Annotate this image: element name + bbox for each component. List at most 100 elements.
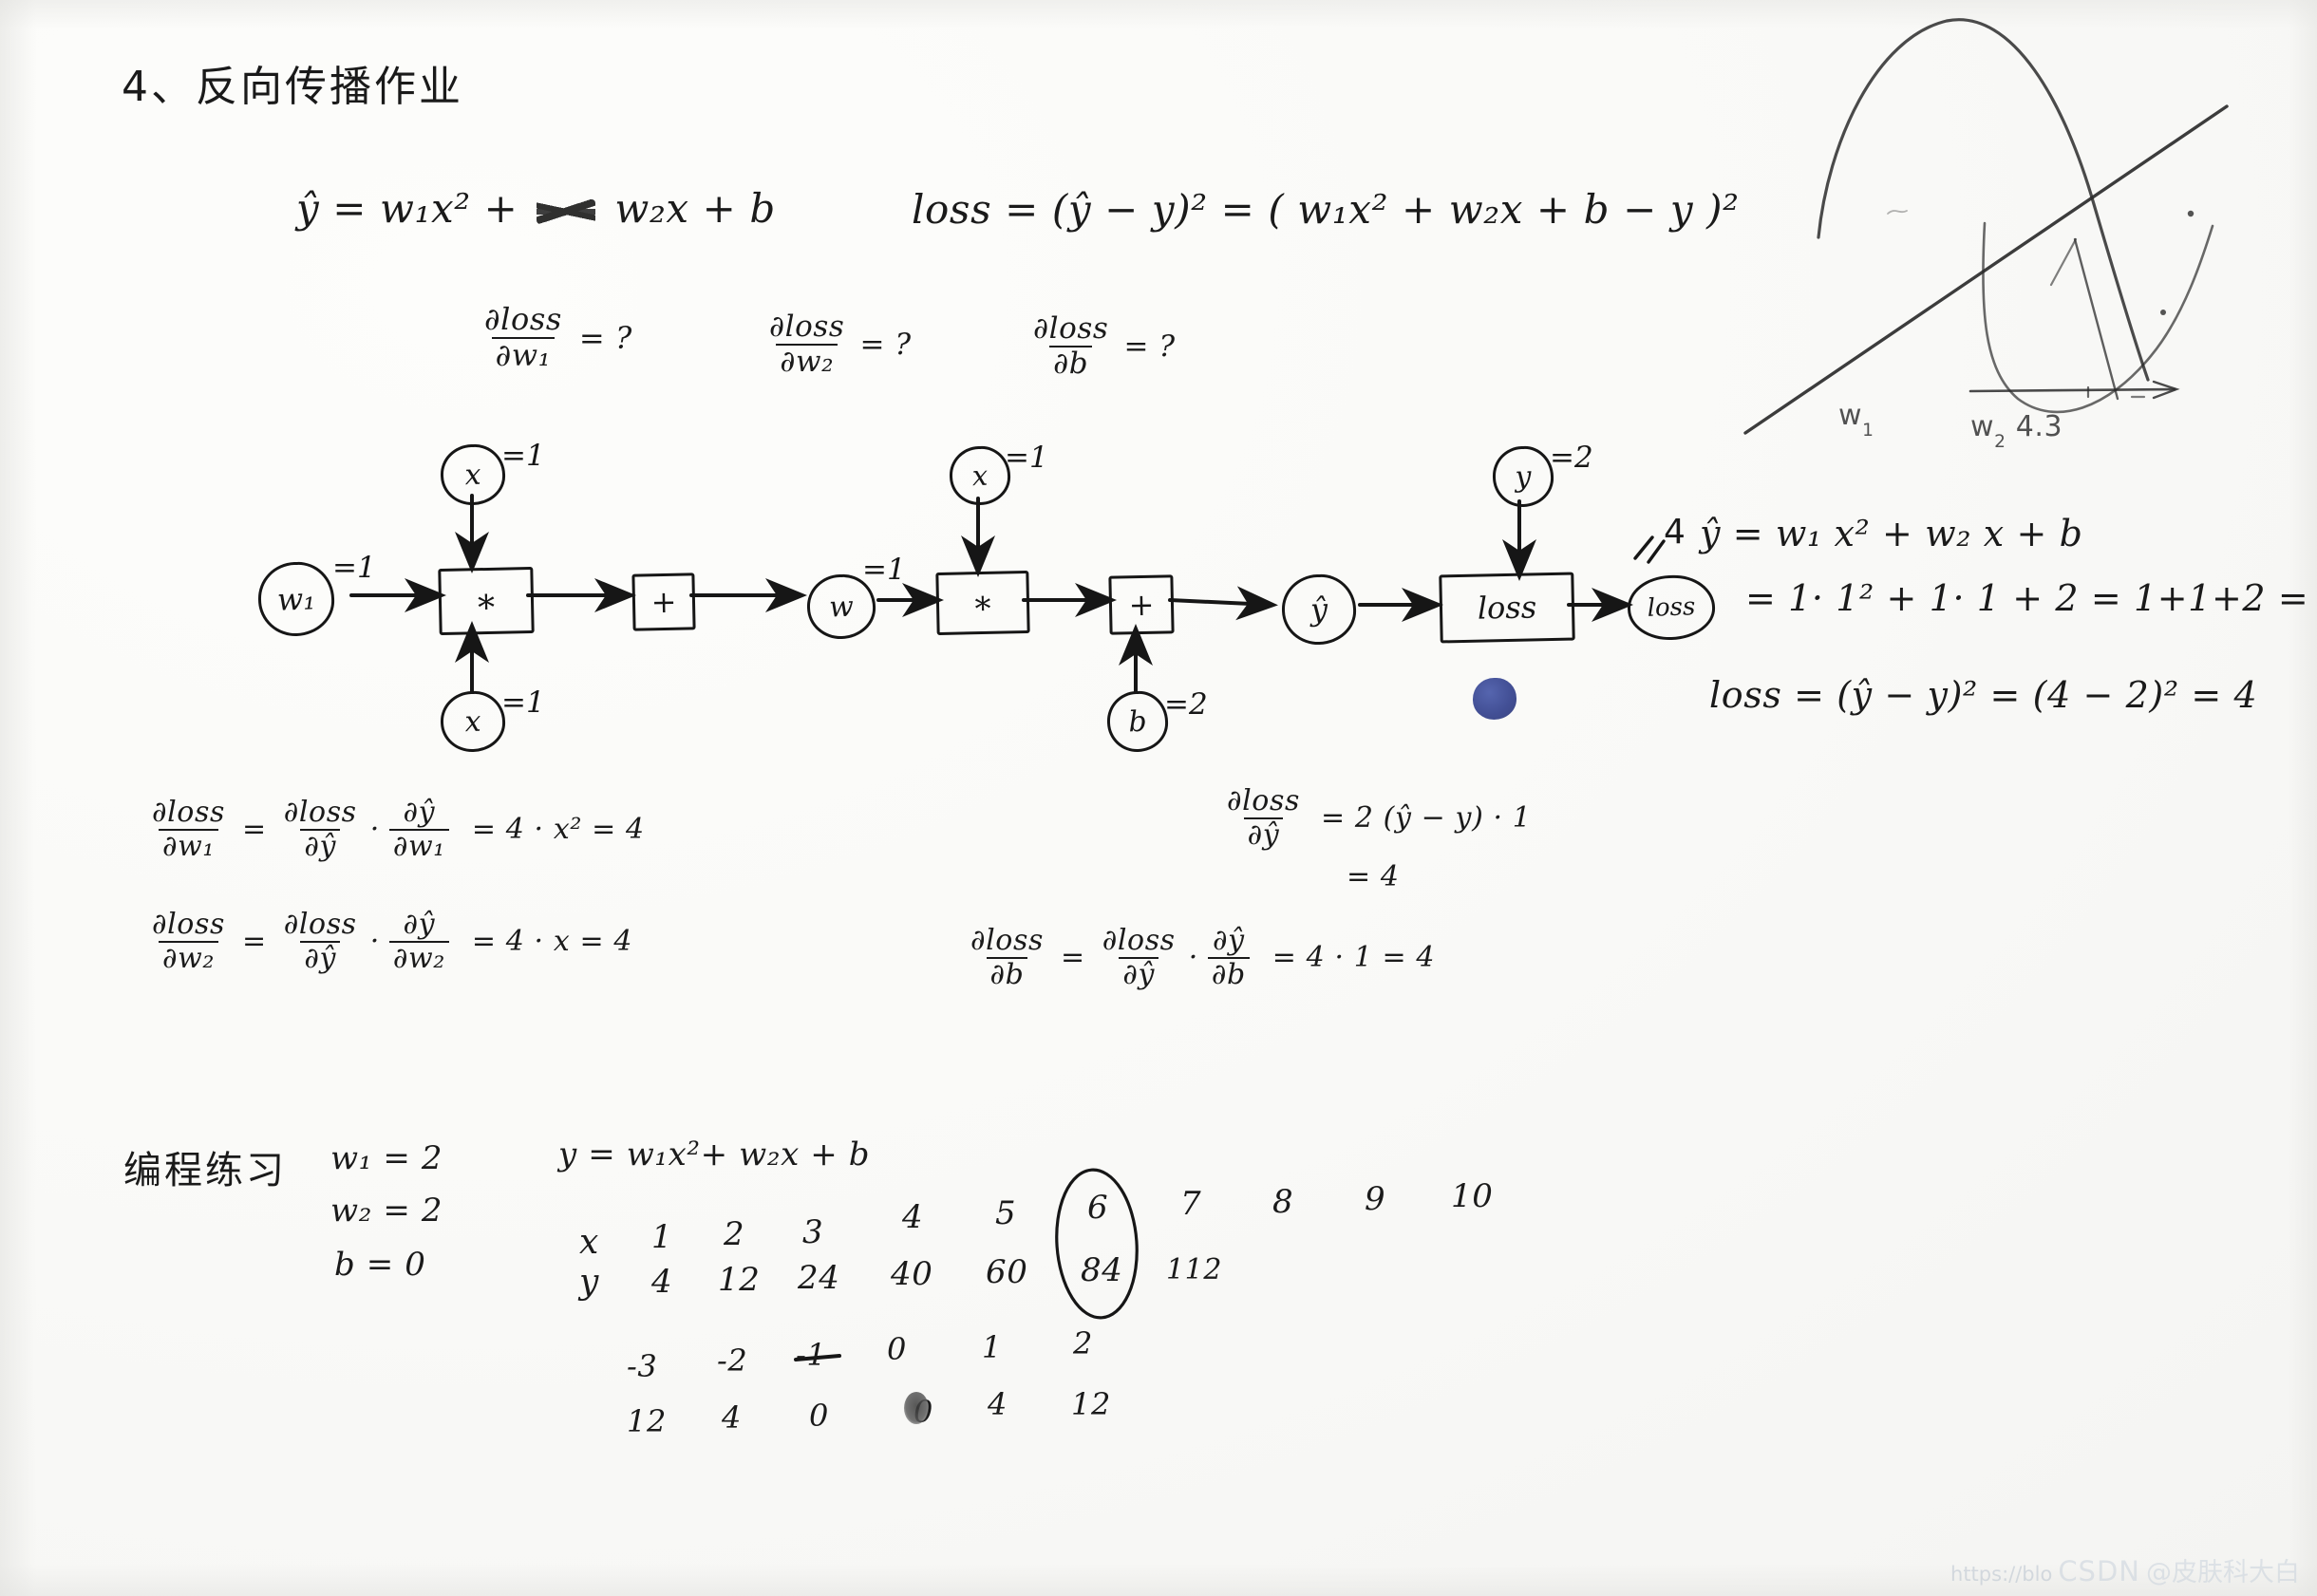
table-y-3: 24 xyxy=(798,1259,840,1297)
frac-dloss-dw1: ∂loss ∂w₁ xyxy=(484,301,562,373)
graph-node-x-bot-1: x xyxy=(439,689,507,754)
result-db: = 4 · 1 = 4 xyxy=(1272,941,1436,974)
graph-node-y-label: y xyxy=(1514,460,1533,494)
graph-node-add-1: + xyxy=(631,573,696,631)
table-y-7: 112 xyxy=(1166,1253,1223,1286)
graph-node-y: y xyxy=(1491,444,1555,509)
gradient-dloss-dyhat: ∂loss ∂ŷ = 2 (ŷ − y) · 1 xyxy=(1217,786,1531,850)
forward-calc-line2: = 1· 1² + 1· 1 + 2 = 1+1+2 = 4 xyxy=(1745,577,2317,619)
graph-node-b-value: =2 xyxy=(1164,687,1208,722)
table-extra-b-3: 0 xyxy=(809,1398,829,1434)
result-dw1: = 4 · x² = 4 xyxy=(471,813,645,846)
yhat-definition-head: ŷ = w₁x² + xyxy=(296,185,518,232)
yhat-definition-tail: w₂x + b xyxy=(614,185,776,232)
table-y-2: 12 xyxy=(718,1261,761,1299)
graph-node-x-top-1-label: x xyxy=(463,458,482,492)
dot-db: · xyxy=(1188,941,1198,974)
eq-dw2: = xyxy=(241,925,267,958)
graph-node-w2-label: w xyxy=(828,590,855,624)
question-dw1-rhs: = ? xyxy=(578,319,632,356)
graph-node-yhat-label: ŷ xyxy=(1309,591,1328,629)
graph-node-mul-1: ∗ xyxy=(438,566,535,636)
frac-dloss-db: ∂loss ∂b xyxy=(1033,311,1109,381)
eq-dw1: = xyxy=(241,813,267,846)
graph-node-loss-circle: loss xyxy=(1626,573,1717,642)
table-col-header-2: 2 xyxy=(724,1215,745,1253)
frac-lhs-dw2: ∂loss ∂w₂ xyxy=(152,908,225,975)
watermark: https://blo CSDN @皮肤科大白 xyxy=(1950,1551,2300,1588)
question-dloss-db: ∂loss ∂b = ? xyxy=(1024,313,1176,379)
table-y-5: 60 xyxy=(986,1253,1028,1291)
table-col-header-7: 7 xyxy=(1180,1185,1202,1223)
exercise-formula: y = w₁x²+ w₂x + b xyxy=(558,1136,871,1174)
table-col-header-10: 10 xyxy=(1451,1177,1494,1215)
exercise-param-b: b = 0 xyxy=(334,1246,426,1284)
exercise-param-w2: w₂ = 2 xyxy=(330,1192,443,1230)
table-extra-b-5: 4 xyxy=(988,1386,1008,1422)
frac-m1-db: ∂loss ∂ŷ xyxy=(1102,924,1176,991)
blue-ink-blot xyxy=(1473,678,1516,720)
table-y-6-circled: 84 xyxy=(1081,1251,1123,1289)
forward-calc-line3: loss = (ŷ − y)² = (4 − 2)² = 4 xyxy=(1709,674,2258,716)
frac-dloss-dw2: ∂loss ∂w₂ xyxy=(769,310,845,379)
frac-m1-dw2: ∂loss ∂ŷ xyxy=(283,908,357,975)
graph-node-add-2-label: + xyxy=(1128,586,1155,624)
table-col-header-4: 4 xyxy=(902,1198,924,1236)
frac-m2-dw2: ∂ŷ ∂w₂ xyxy=(388,910,449,973)
gradient-dloss-dyhat-result2: = 4 xyxy=(1347,860,1400,893)
table-extra-a-2: -2 xyxy=(717,1343,748,1379)
graph-node-mul-2: ∗ xyxy=(935,570,1030,636)
eq-db: = xyxy=(1060,941,1085,974)
exercise-heading: 编程练习 xyxy=(123,1149,287,1192)
question-dloss-dw1: ∂loss ∂w₁ = ? xyxy=(475,301,632,373)
watermark-user: @皮肤科大白 xyxy=(2146,1558,2300,1587)
graph-node-add-2: + xyxy=(1108,574,1175,635)
table-extra-a-5: 1 xyxy=(982,1329,1002,1365)
gradient-dloss-dw1: ∂loss ∂w₁ = ∂loss ∂ŷ · ∂ŷ ∂w₁ = 4 · x² =… xyxy=(142,798,645,861)
notebook-page: w1 w2 4.3 4、反向传播作业 ŷ = w₁x² + w₂x + b lo… xyxy=(0,0,2317,1596)
graph-node-x-bot-1-label: x xyxy=(463,704,482,739)
graph-node-y-value: =2 xyxy=(1550,441,1593,475)
graph-node-loss-box-label: loss xyxy=(1477,589,1537,627)
forward-calc-line1: ŷ = w₁ x² + w₂ x + b xyxy=(1700,513,2083,554)
table-extra-a-1: -3 xyxy=(627,1348,658,1384)
result-dw2: = 4 · x = 4 xyxy=(471,925,633,958)
graph-node-x-top-2-value: =1 xyxy=(1005,441,1048,475)
table-col-header-6: 6 xyxy=(1087,1189,1109,1227)
question-db-rhs: = ? xyxy=(1123,329,1176,364)
question-dloss-dw2: ∂loss ∂w₂ = ? xyxy=(760,311,912,377)
graph-node-loss-box: loss xyxy=(1439,572,1575,644)
table-extra-b-2: 4 xyxy=(722,1399,742,1436)
graph-node-x-top-1-value: =1 xyxy=(501,439,545,473)
table-extra-a-4: 0 xyxy=(887,1331,907,1367)
table-y-4: 40 xyxy=(891,1255,933,1293)
graph-node-mul-1-label: ∗ xyxy=(474,581,499,621)
table-col-header-5: 5 xyxy=(995,1194,1017,1232)
graph-node-w2-value: =1 xyxy=(862,553,906,587)
graph-node-add-1-label: + xyxy=(650,583,677,621)
table-col-header-8: 8 xyxy=(1272,1183,1294,1221)
table-row-label-y: y xyxy=(579,1263,599,1302)
sketch-label-w2: w2 4.3 xyxy=(1970,410,2063,453)
gradient-dloss-db: ∂loss ∂b = ∂loss ∂ŷ · ∂ŷ ∂b = 4 · 1 = 4 xyxy=(961,926,1435,989)
graph-node-mul-2-label: ∗ xyxy=(971,583,994,623)
graph-node-b-label: b xyxy=(1127,704,1148,739)
table-col-header-3: 3 xyxy=(802,1213,824,1251)
exercise-param-w1: w₁ = 2 xyxy=(330,1139,443,1177)
frac-m1-dw1: ∂loss ∂ŷ xyxy=(283,796,357,863)
graph-node-x-top-1: x xyxy=(439,442,507,507)
question-dw2-rhs: = ? xyxy=(859,327,912,362)
table-extra-b-1: 12 xyxy=(627,1403,667,1439)
graph-node-b: b xyxy=(1105,689,1170,754)
graph-node-w1-label: w₁ xyxy=(276,580,316,618)
table-extra-b-6: 12 xyxy=(1071,1386,1111,1422)
watermark-brand: CSDN xyxy=(2058,1555,2140,1587)
dot-dw2: · xyxy=(369,925,380,958)
frac-lhs-db: ∂loss ∂b xyxy=(970,924,1044,991)
table-extra-a-6: 2 xyxy=(1073,1325,1093,1361)
watermark-url: https://blo xyxy=(1950,1563,2053,1586)
graph-node-x-bot-1-value: =1 xyxy=(501,685,545,720)
graph-node-x-top-2: x xyxy=(948,444,1012,507)
loss-definition: loss = (ŷ − y)² = ( w₁x² + w₂x + b − y )… xyxy=(912,186,1740,233)
strikeout-scribble xyxy=(537,199,596,224)
